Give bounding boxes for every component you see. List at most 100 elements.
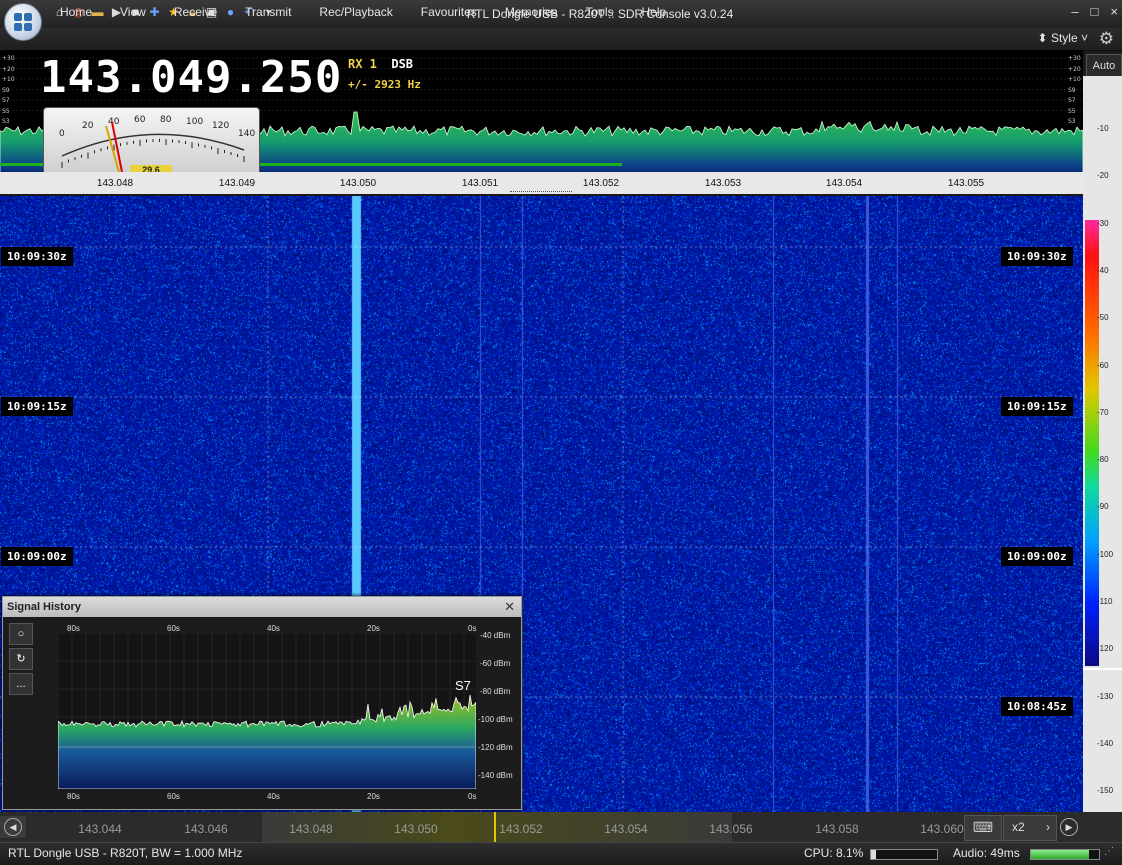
style-menu[interactable]: ⬍ Style ˅ xyxy=(1038,31,1088,45)
scroll-right-button[interactable]: ▶ xyxy=(1058,816,1080,838)
time-label: 0s xyxy=(468,792,477,801)
updown-icon: ⬍ xyxy=(1037,31,1048,45)
meter-scale-label: 100 xyxy=(186,117,203,127)
audio-bar xyxy=(1030,849,1100,860)
frequency-tick-label: 143.054 xyxy=(825,178,863,189)
db-tick-label: -90 xyxy=(1097,502,1109,512)
auto-scale-button[interactable]: Auto xyxy=(1086,54,1122,78)
spectrum-level-labels: +30 +20 +10 S9 S7 S5 S3 xyxy=(2,55,15,125)
gear-icon[interactable]: ⚙ xyxy=(1099,29,1114,49)
meter-scale-label: 20 xyxy=(82,121,94,131)
time-label-right: 10:09:30z xyxy=(1001,247,1073,266)
overview-frequency-label: 143.048 xyxy=(289,822,333,836)
resize-handle[interactable] xyxy=(510,191,572,195)
overview-frequency-label: 143.058 xyxy=(815,822,859,836)
chevron-down-icon: ˅ xyxy=(1080,31,1088,45)
dbm-label: -60 dBm xyxy=(480,659,511,668)
db-tick-label: -60 xyxy=(1097,360,1109,370)
signal-history-chart xyxy=(58,633,476,789)
rx-mode[interactable]: RX 1 DSB xyxy=(348,57,413,71)
db-tick-label: -130 xyxy=(1097,691,1114,701)
tab-favourites[interactable]: Favourites xyxy=(407,5,491,19)
overview-frequency-label: 143.050 xyxy=(394,822,438,836)
db-tick-label: -120 xyxy=(1097,644,1114,654)
minimize-button[interactable]: – xyxy=(1071,4,1078,19)
time-label: 60s xyxy=(167,792,180,801)
overview-frequency-label: 143.052 xyxy=(499,822,543,836)
meter-scale-label: 140 xyxy=(238,129,255,139)
dbm-label: -140 dBm xyxy=(478,771,513,780)
db-tick-label: -100 xyxy=(1097,549,1114,559)
dbm-label: -80 dBm xyxy=(480,687,511,696)
spectrum-level-labels-right: +30 +20 +10 S9 S7 S5 S3 xyxy=(1068,55,1081,125)
chevron-right-icon: › xyxy=(1046,820,1050,834)
cpu-status: CPU: 8.1% xyxy=(804,846,864,860)
time-label-right: 10:09:00z xyxy=(1001,547,1073,566)
tab-rec-playback[interactable]: Rec/Playback xyxy=(305,5,406,19)
frequency-tick-label: 143.051 xyxy=(461,178,499,189)
filter-bandwidth: +/- 2923 Hz xyxy=(348,78,421,91)
cpu-bar xyxy=(870,849,938,860)
tab-tools[interactable]: Tools xyxy=(572,5,628,19)
signal-history-body: ○ ↻ ... 80s 60s 40s 20s 0s 80s 60s 40s 2… xyxy=(3,617,521,809)
time-label: 0s xyxy=(468,624,477,633)
device-status: RTL Dongle USB - R820T, BW = 1.000 MHz xyxy=(8,846,243,860)
reset-button[interactable]: ↻ xyxy=(9,648,33,670)
more-button[interactable]: ... xyxy=(9,673,33,695)
dbm-label: -40 dBm xyxy=(480,631,511,640)
frequency-tick-label: 143.050 xyxy=(339,178,377,189)
record-button[interactable]: ○ xyxy=(9,623,33,645)
resize-grip-icon[interactable]: ⋰ xyxy=(1104,846,1114,857)
db-scale[interactable]: -10 -20 -30 -40 -50 -60 -70 -80 -90 -100 -110 -120 -… xyxy=(1083,76,1122,812)
meter-scale-label: 80 xyxy=(160,115,172,125)
db-tick-label: -140 xyxy=(1097,738,1114,748)
frequency-tick-label: 143.049 xyxy=(218,178,256,189)
overview-frequency-label: 143.056 xyxy=(709,822,753,836)
signal-history-title: Signal History xyxy=(7,601,81,613)
tab-help[interactable]: Help xyxy=(628,5,681,19)
db-tick-label: -20 xyxy=(1097,171,1109,181)
style-label: Style xyxy=(1050,31,1078,45)
close-icon[interactable]: ✕ xyxy=(504,599,515,615)
tab-memories[interactable]: Memories xyxy=(491,5,572,19)
meter-scale-label: 40 xyxy=(108,117,120,127)
audio-status: Audio: 49ms xyxy=(953,846,1020,860)
close-button[interactable]: × xyxy=(1110,4,1118,19)
zoom-label: x2 xyxy=(1012,820,1025,834)
signal-history-titlebar[interactable]: Signal History ✕ xyxy=(3,597,521,617)
tuning-marker xyxy=(494,812,496,842)
application-menu-button[interactable] xyxy=(4,3,42,41)
level-marker[interactable] xyxy=(1083,668,1122,670)
frequency-tick-label: 143.055 xyxy=(947,178,985,189)
overview-frequency-bar[interactable]: ◀ ⌨ x2 › ▶ 143.044 143.046 143.048 143.050 14… xyxy=(0,812,1122,842)
tab-receive[interactable]: Receive xyxy=(160,5,231,19)
db-tick-label: -40 xyxy=(1097,265,1109,275)
db-tick-label: -10 xyxy=(1097,124,1109,133)
db-tick-label: -50 xyxy=(1097,313,1109,323)
db-tick-label: -110 xyxy=(1097,597,1113,606)
time-label-right: 10:09:15z xyxy=(1001,397,1073,416)
mode-label: DSB xyxy=(391,57,414,71)
status-bar: RTL Dongle USB - R820T, BW = 1.000 MHz C… xyxy=(0,842,1122,865)
spectrum-frequency-axis: 143.048 143.049 143.050 143.051 143.052 143.0… xyxy=(0,172,1083,194)
db-tick-label: -30 xyxy=(1097,218,1109,228)
s-reading: S7 xyxy=(455,678,471,693)
tab-view[interactable]: View xyxy=(106,5,160,19)
scroll-left-button[interactable]: ◀ xyxy=(0,816,26,838)
meter-scale-label: 0 xyxy=(59,129,65,139)
frequency-display[interactable]: 143.049.250 xyxy=(40,52,342,103)
db-tick-label: -70 xyxy=(1097,407,1109,417)
overview-frequency-label: 143.044 xyxy=(78,822,122,836)
overview-frequency-label: 143.060 xyxy=(920,822,964,836)
dbm-label: -120 dBm xyxy=(478,743,513,752)
time-label: 20s xyxy=(367,624,380,633)
tab-transmit[interactable]: Transmit xyxy=(231,5,305,19)
tab-home[interactable]: Home xyxy=(46,5,106,19)
time-label: 80s xyxy=(67,792,80,801)
zoom-selector[interactable]: x2 › xyxy=(1003,815,1057,841)
rx-label: RX 1 xyxy=(348,57,377,71)
overview-frequency-label: 143.046 xyxy=(184,822,228,836)
time-label-left: 10:09:15z xyxy=(1,397,73,416)
keyboard-icon[interactable]: ⌨ xyxy=(964,815,1002,841)
maximize-button[interactable]: □ xyxy=(1091,4,1099,19)
